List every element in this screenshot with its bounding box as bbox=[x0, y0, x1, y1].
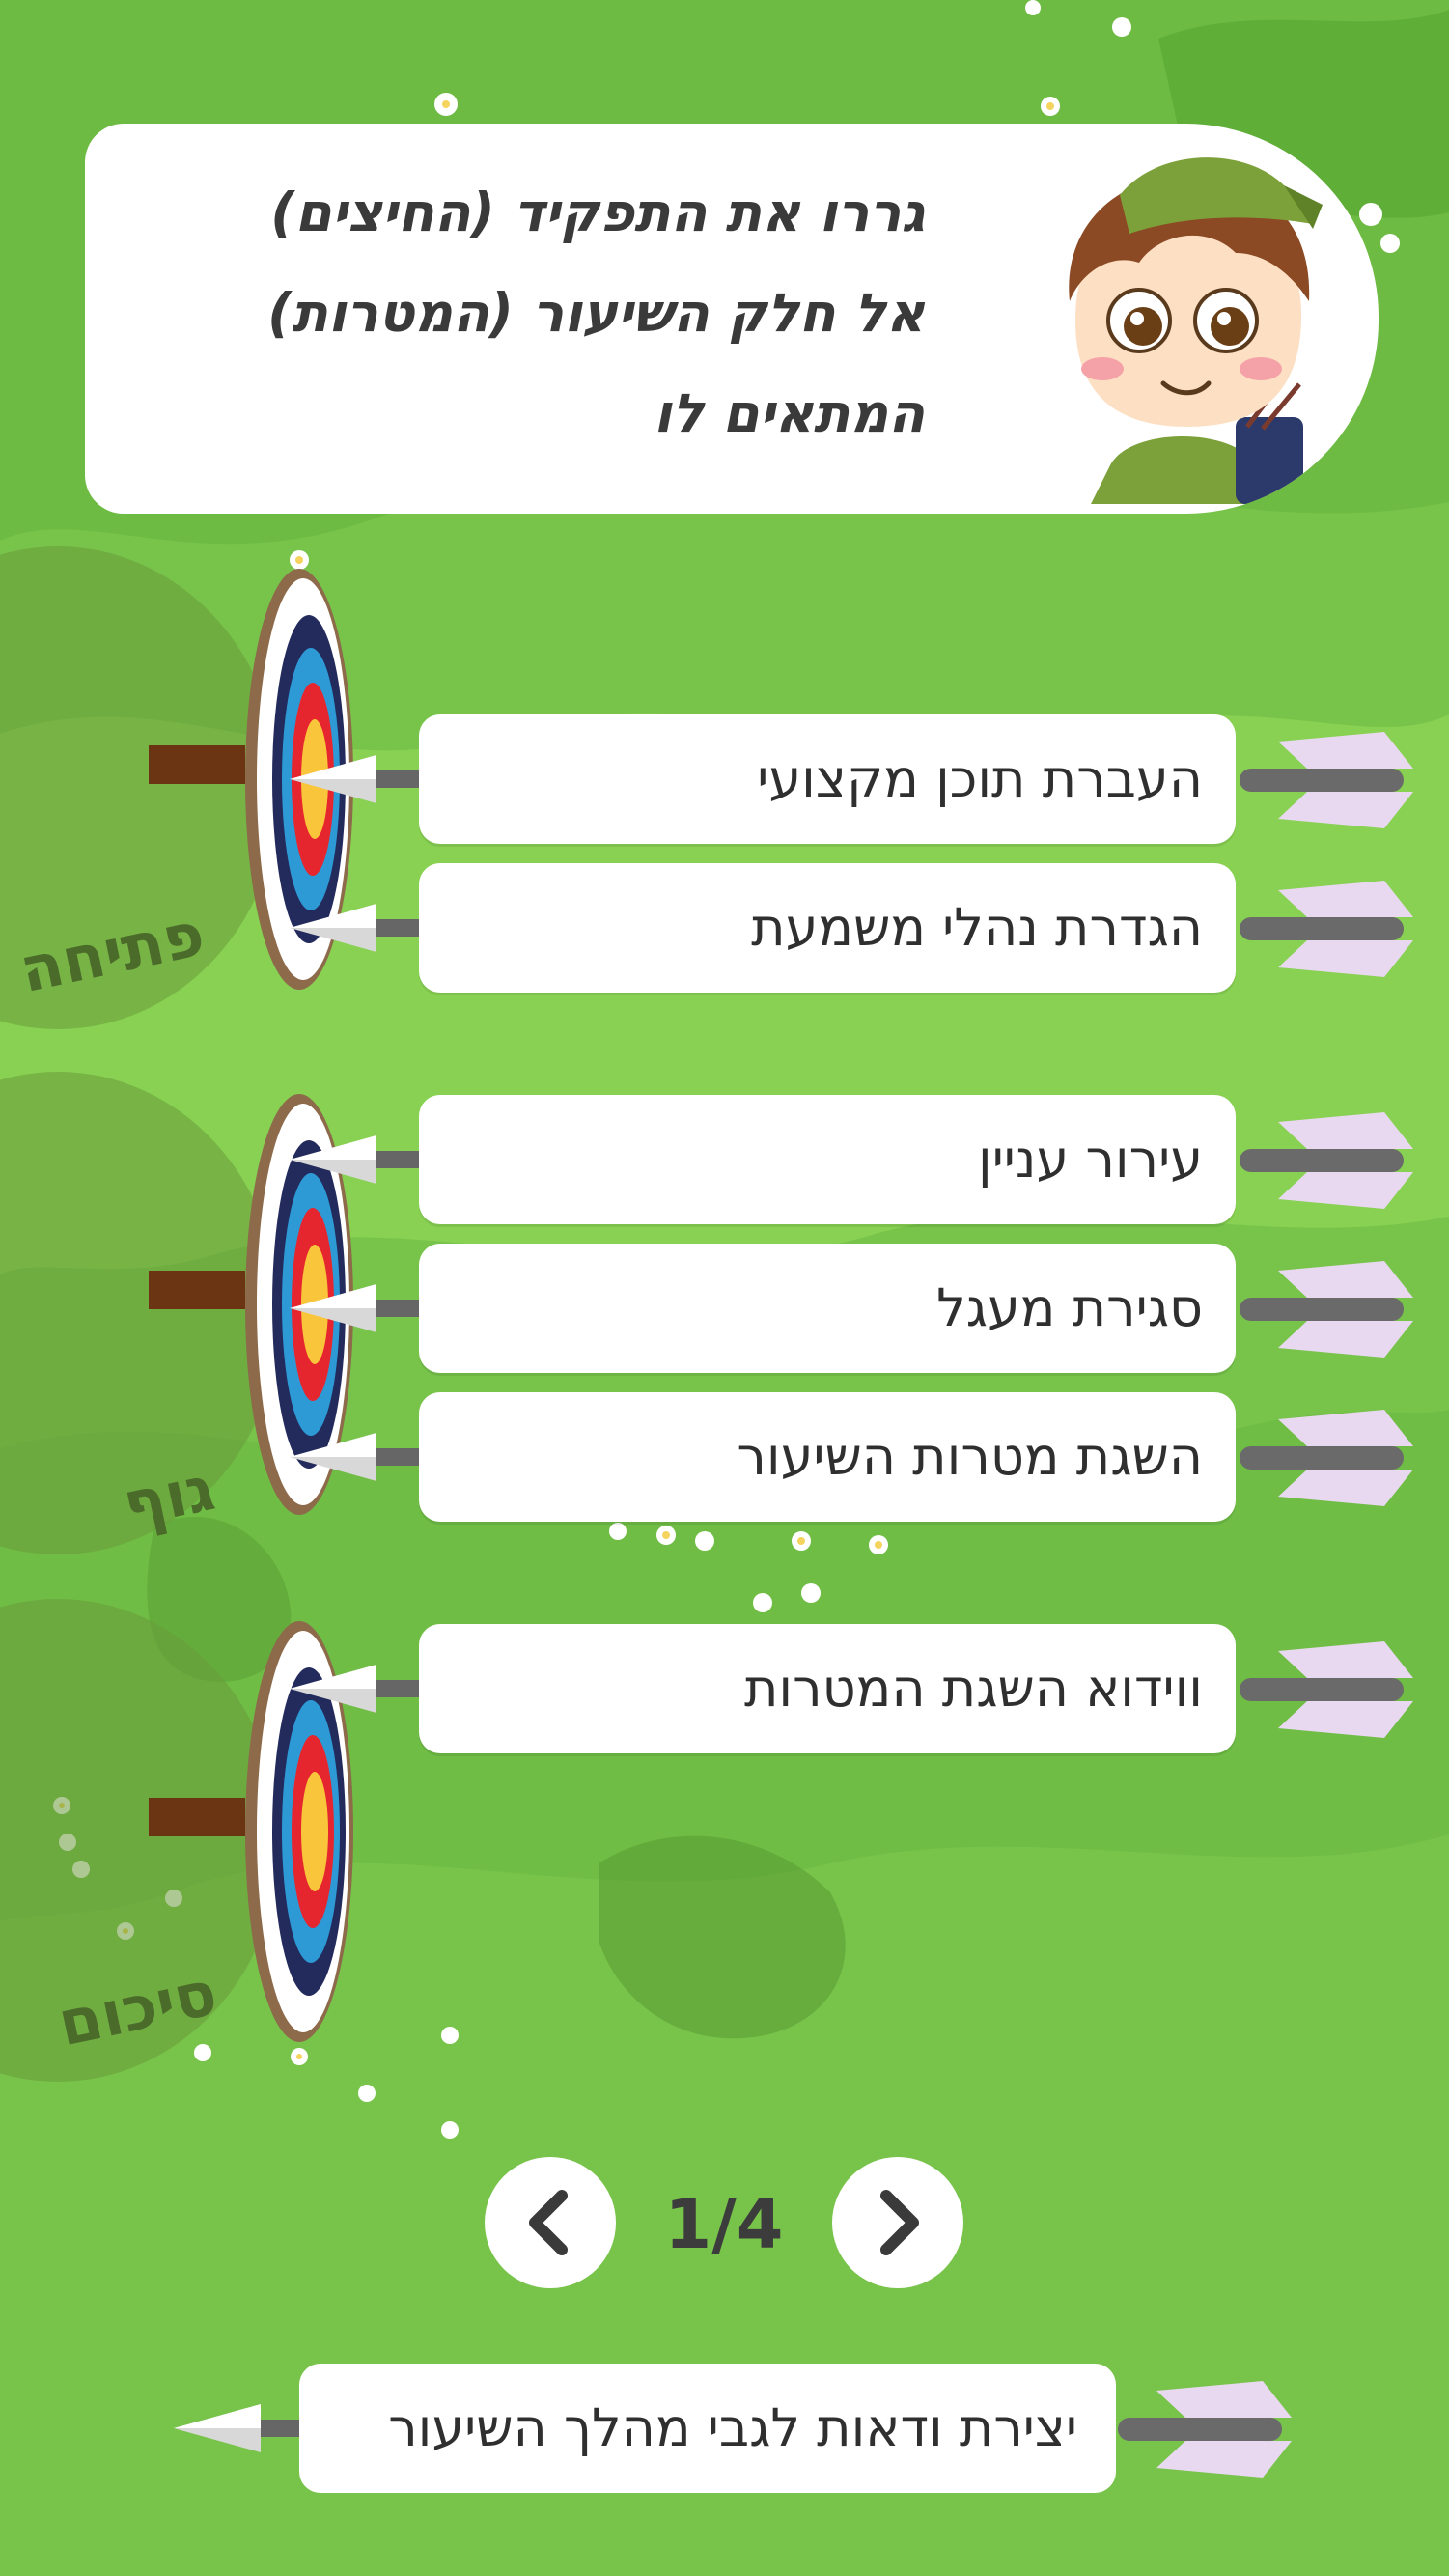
chevron-left-icon bbox=[529, 2190, 568, 2255]
arrowhead-icon bbox=[290, 1284, 425, 1332]
answer-button[interactable]: סגירת מעגל bbox=[419, 1244, 1236, 1373]
instruction-card: גררו את התפקיד (החיצים) אל חלק השיעור (ה… bbox=[85, 124, 1379, 514]
answer-text: השגת מטרות השיעור bbox=[737, 1426, 1203, 1487]
answer-button[interactable]: ווידוא השגת המטרות bbox=[419, 1624, 1236, 1753]
arrowhead-icon bbox=[290, 1135, 425, 1184]
arrow-fletching-icon bbox=[1118, 2381, 1292, 2478]
chevron-right-icon bbox=[880, 2190, 919, 2255]
answer-button[interactable]: העברת תוכן מקצועי bbox=[419, 714, 1236, 844]
arrowhead-icon bbox=[290, 904, 425, 952]
answer-text: ווידוא השגת המטרות bbox=[743, 1658, 1203, 1719]
arrow-fletching-icon bbox=[1240, 1410, 1413, 1506]
answer-text: הגדרת נהלי משמעת bbox=[751, 897, 1203, 958]
answer-button[interactable]: הגדרת נהלי משמעת bbox=[419, 863, 1236, 993]
arrowhead-icon bbox=[174, 2404, 309, 2452]
answer-button[interactable]: עירור עניין bbox=[419, 1095, 1236, 1224]
arrowhead-icon bbox=[290, 755, 425, 803]
arrow-fletching-icon bbox=[1240, 881, 1413, 977]
draggable-arrow-card[interactable]: יצירת ודאות לגבי מהלך השיעור bbox=[299, 2364, 1116, 2493]
instruction-text: גררו את התפקיד (החיצים) אל חלק השיעור (ה… bbox=[267, 182, 925, 444]
page-indicator: 1/4 bbox=[664, 2185, 784, 2264]
arrow-fletching-icon bbox=[1240, 732, 1413, 828]
archer-boy-avatar-icon bbox=[998, 141, 1357, 504]
arrow-fletching-icon bbox=[1240, 1112, 1413, 1209]
arrow-fletching-icon bbox=[1240, 1261, 1413, 1358]
arrow-fletching-icon bbox=[1240, 1641, 1413, 1738]
prev-button[interactable] bbox=[485, 2157, 616, 2288]
arrowhead-icon bbox=[290, 1433, 425, 1481]
answer-button[interactable]: השגת מטרות השיעור bbox=[419, 1392, 1236, 1522]
arrowhead-icon bbox=[290, 1665, 425, 1713]
answer-text: עירור עניין bbox=[977, 1129, 1203, 1190]
answer-text: סגירת מעגל bbox=[936, 1277, 1203, 1338]
next-button[interactable] bbox=[832, 2157, 963, 2288]
answer-text: העברת תוכן מקצועי bbox=[757, 748, 1203, 809]
draggable-arrow-text: יצירת ודאות לגבי מהלך השיעור bbox=[388, 2397, 1077, 2458]
